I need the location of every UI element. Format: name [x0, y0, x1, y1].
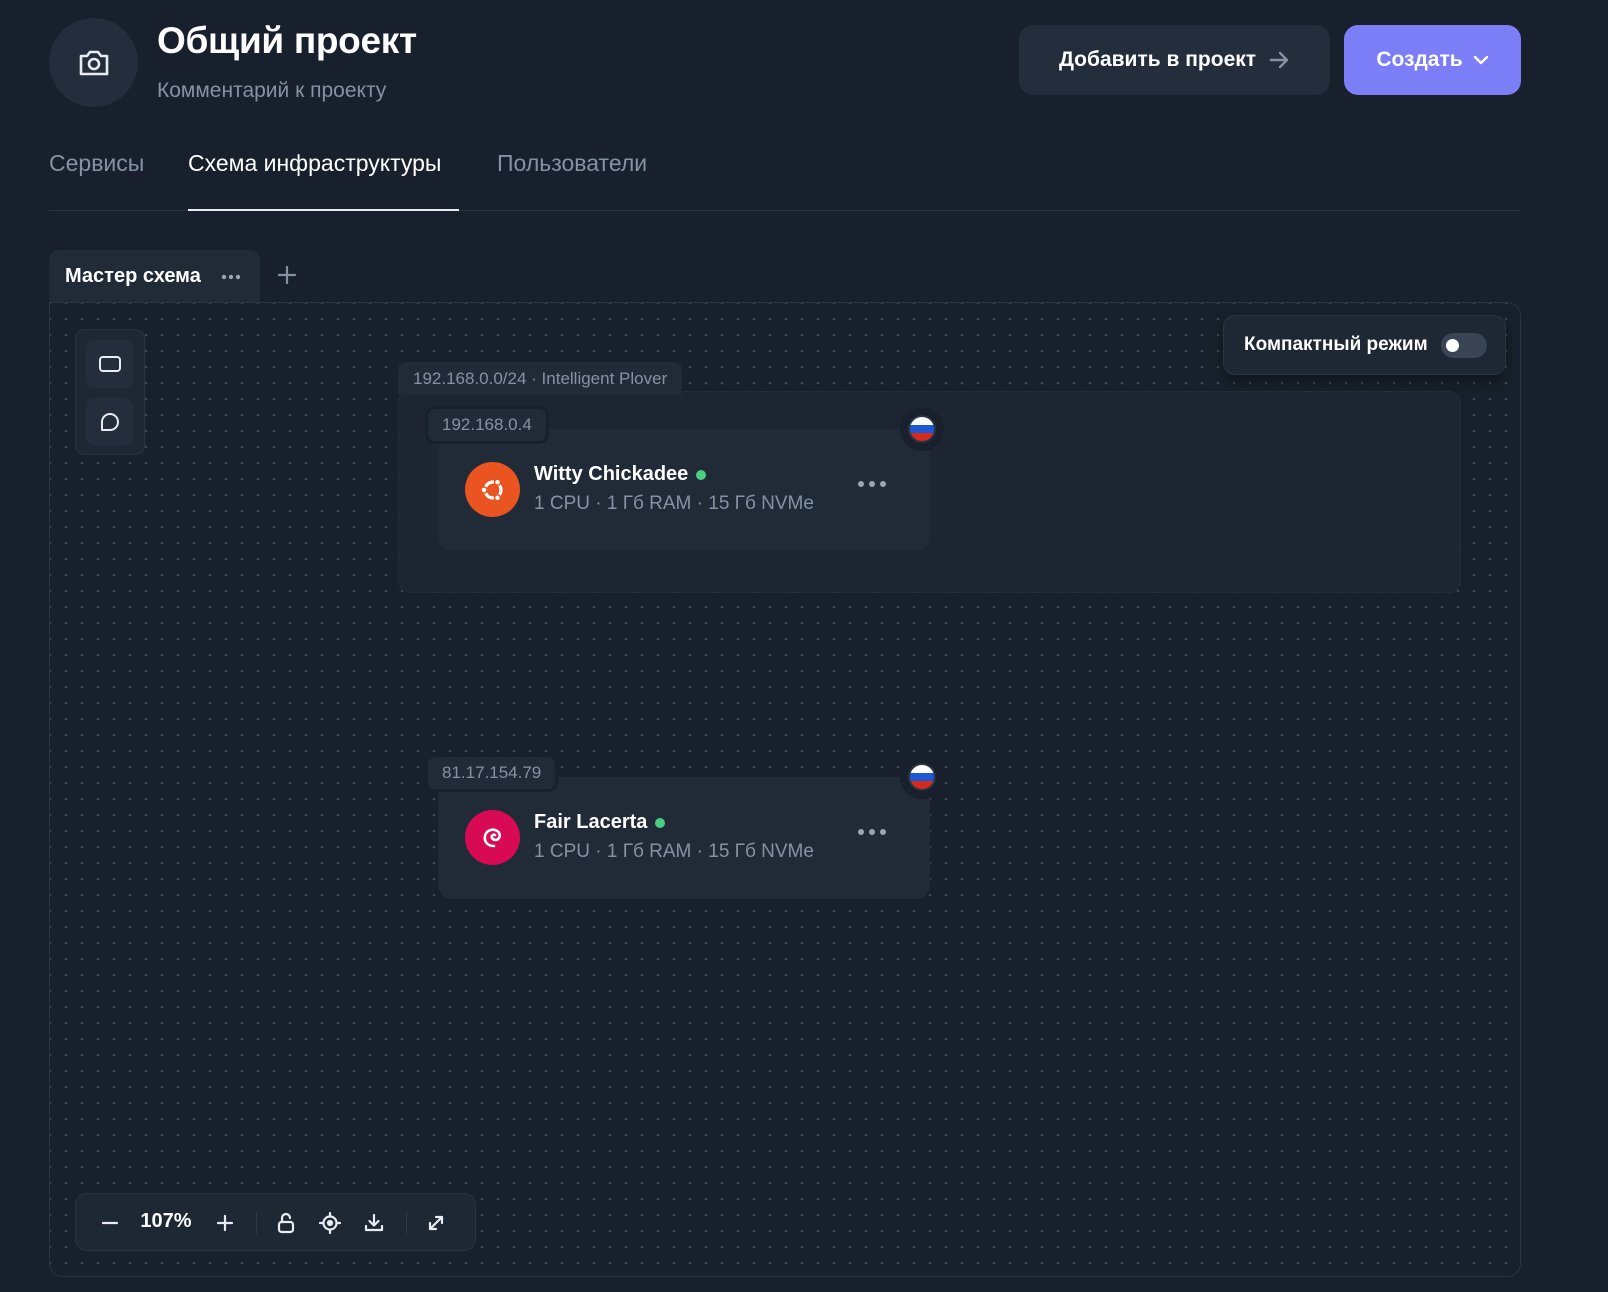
- canvas-bottom-toolbar: 107%: [75, 1193, 476, 1251]
- add-to-project-button[interactable]: Добавить в проект: [1019, 25, 1330, 95]
- active-tab-indicator: [188, 209, 459, 211]
- server-menu-button[interactable]: [858, 481, 886, 487]
- server-name-text: Witty Chickadee: [534, 463, 689, 485]
- debian-icon: [465, 810, 520, 865]
- dot-icon: [858, 481, 864, 487]
- russia-flag-icon: [900, 755, 944, 799]
- toolbar-divider: [256, 1212, 257, 1234]
- server-card[interactable]: Witty Chickadee 1 CPU · 1 Гб RAM · 15 Гб…: [438, 429, 930, 551]
- arrow-right-icon: [1269, 51, 1289, 69]
- compact-mode-panel: Компактный режим: [1223, 315, 1506, 375]
- center-view-button[interactable]: [316, 1209, 344, 1237]
- minus-icon: [101, 1221, 119, 1225]
- status-online-indicator: [696, 469, 707, 480]
- tab-infrastructure-scheme[interactable]: Схема инфраструктуры: [188, 150, 441, 177]
- project-tabs: Сервисы Схема инфраструктуры Пользовател…: [49, 138, 1521, 211]
- comment-icon: [101, 413, 119, 431]
- create-label: Создать: [1376, 48, 1463, 71]
- scheme-tab-label: Мастер схема: [65, 265, 201, 287]
- plus-icon: [216, 1214, 234, 1232]
- server-specs: 1 CPU · 1 Гб RAM · 15 Гб NVMe: [534, 493, 814, 514]
- dot-icon: [880, 829, 886, 835]
- server-ip-label[interactable]: 81.17.154.79: [425, 754, 559, 792]
- network-label[interactable]: 192.168.0.0/24 · Intelligent Plover: [398, 362, 683, 395]
- rectangle-icon: [99, 356, 121, 372]
- page: Общий проект Комментарий к проекту Добав…: [0, 0, 1608, 1292]
- server-ip-label[interactable]: 192.168.0.4: [425, 406, 549, 444]
- dot-icon: [880, 481, 886, 487]
- lock-button[interactable]: [272, 1209, 300, 1237]
- zoom-level: 107%: [140, 1210, 192, 1232]
- status-online-indicator: [655, 817, 666, 828]
- tab-services[interactable]: Сервисы: [49, 150, 144, 177]
- expand-icon: [428, 1215, 444, 1231]
- toolbar-divider: [406, 1212, 407, 1234]
- compact-mode-label: Компактный режим: [1244, 334, 1428, 355]
- ubuntu-icon: [465, 462, 520, 517]
- chevron-down-icon: [1473, 55, 1488, 65]
- fullscreen-button[interactable]: [422, 1209, 450, 1237]
- add-comment-button[interactable]: [86, 398, 134, 446]
- server-specs: 1 CPU · 1 Гб RAM · 15 Гб NVMe: [534, 841, 814, 862]
- unlock-icon: [277, 1212, 295, 1234]
- server-name: Fair Lacerta: [534, 811, 666, 834]
- project-avatar[interactable]: [49, 18, 138, 107]
- server-card[interactable]: Fair Lacerta 1 CPU · 1 Гб RAM · 15 Гб NV…: [438, 777, 930, 899]
- compact-mode-toggle[interactable]: [1441, 333, 1487, 358]
- plus-icon: [277, 265, 297, 285]
- create-button[interactable]: Создать: [1344, 25, 1521, 95]
- project-comment[interactable]: Комментарий к проекту: [157, 79, 386, 103]
- dot-icon: [858, 829, 864, 835]
- zoom-out-button[interactable]: [96, 1209, 124, 1237]
- tab-users[interactable]: Пользователи: [497, 150, 647, 177]
- server-menu-button[interactable]: [858, 829, 886, 835]
- project-title: Общий проект: [157, 20, 417, 61]
- camera-icon: [79, 50, 108, 75]
- server-name: Witty Chickadee: [534, 463, 707, 486]
- more-horizontal-icon[interactable]: [221, 274, 241, 280]
- add-area-button[interactable]: [86, 340, 134, 388]
- add-to-project-label: Добавить в проект: [1058, 48, 1257, 71]
- scheme-tab-master[interactable]: Мастер схема: [49, 250, 260, 303]
- dot-icon: [869, 829, 875, 835]
- add-scheme-button[interactable]: [274, 262, 300, 288]
- crosshair-icon: [319, 1212, 341, 1234]
- download-button[interactable]: [360, 1209, 388, 1237]
- canvas-side-toolbar: [75, 329, 145, 455]
- russia-flag-icon: [900, 407, 944, 451]
- zoom-in-button[interactable]: [211, 1209, 239, 1237]
- server-name-text: Fair Lacerta: [534, 811, 648, 833]
- dot-icon: [869, 481, 875, 487]
- download-icon: [364, 1213, 384, 1232]
- infrastructure-canvas[interactable]: Компактный режим 192.168.0.0/24 · Intell…: [49, 302, 1521, 1277]
